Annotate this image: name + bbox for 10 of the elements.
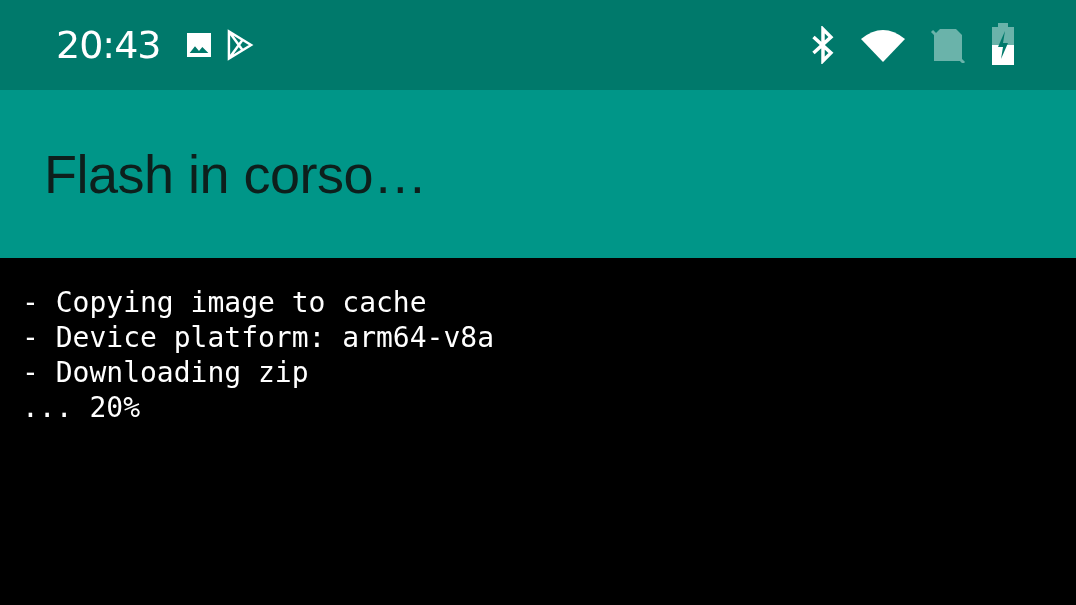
battery-charging-icon [990,23,1016,67]
no-sim-icon [930,27,966,63]
wifi-icon [860,27,906,63]
screen-title: Flash in corso… [44,143,427,205]
clock-time: 20:43 [56,23,161,67]
bluetooth-icon [810,26,836,64]
console-line: - Copying image to cache [22,285,427,320]
console-line: - Downloading zip [22,355,309,390]
console-line: - Device platform: arm64-v8a [22,320,494,355]
console-line: ... 20% [22,390,140,425]
